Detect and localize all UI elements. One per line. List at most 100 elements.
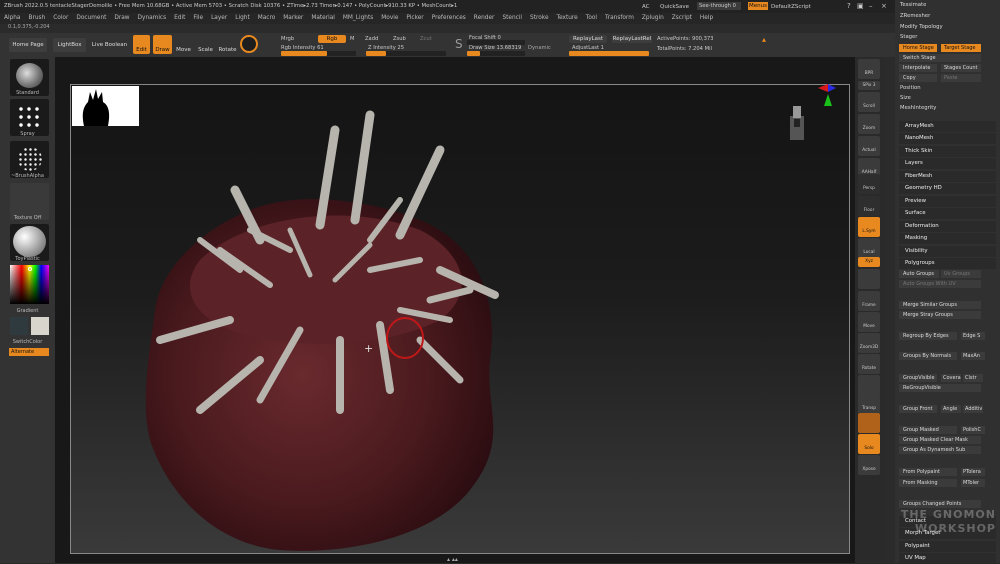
live-boolean-button[interactable]: Live Boolean <box>91 38 128 52</box>
regroup-visible-button[interactable]: ReGroupVisible <box>899 384 981 392</box>
zoom3d-button[interactable]: Zoom3D <box>858 333 880 353</box>
group-as-dynamesh-sub-button[interactable]: Group As Dynamesh Sub <box>899 446 981 454</box>
menu-zscript[interactable]: Zscript <box>672 15 692 21</box>
preview-header[interactable]: Preview <box>899 196 996 207</box>
quicksave-button[interactable]: QuickSave <box>660 4 689 10</box>
minimize-icon[interactable]: – <box>869 2 873 10</box>
merge-similar-groups-button[interactable]: Merge Similar Groups <box>899 301 981 309</box>
default-zscript-button[interactable]: DefaultZScript <box>771 4 811 10</box>
rgb-intensity-slider[interactable] <box>281 51 356 56</box>
solo-button[interactable]: Solo <box>858 434 880 454</box>
layout-icon[interactable]: ▣ <box>857 2 864 10</box>
group-masked-clear-mask-button[interactable]: Group Masked Clear Mask <box>899 436 981 444</box>
zsub-button[interactable]: Zsub <box>393 36 406 42</box>
modify-topology-item[interactable]: Modify Topology <box>900 23 1000 32</box>
menu-material[interactable]: Material <box>311 15 335 21</box>
auto-groups-button[interactable]: Auto Groups <box>899 270 939 278</box>
see-through-slider[interactable]: See-through 0 <box>697 2 741 10</box>
rotate-button[interactable]: Rotate <box>218 35 237 54</box>
xpose-button[interactable]: Xpose <box>858 455 880 475</box>
regroup-by-edges-button[interactable]: Regroup By Edges <box>899 332 957 340</box>
target-stage-button[interactable]: Target Stage <box>941 44 981 52</box>
from-polypaint-button[interactable]: From Polypaint <box>899 468 957 476</box>
edit-button[interactable]: Edit <box>133 35 150 54</box>
angle-slider[interactable]: Angle <box>941 405 961 413</box>
polygroups-header[interactable]: Polygroups <box>899 258 996 269</box>
zoom-button[interactable]: Zoom <box>858 114 880 134</box>
menu-texture[interactable]: Texture <box>557 15 578 21</box>
z-intensity-slider[interactable] <box>366 51 446 56</box>
menu-stencil[interactable]: Stencil <box>502 15 522 21</box>
size-item[interactable]: Size <box>900 94 1000 103</box>
polypaint-tolerance-slider[interactable]: PTolera <box>961 468 985 476</box>
menu-alpha[interactable]: Alpha <box>4 15 20 21</box>
rgb-button[interactable]: Rgb <box>318 35 346 43</box>
menu-edit[interactable]: Edit <box>174 15 185 21</box>
m-button[interactable]: M <box>350 36 354 42</box>
menu-marker[interactable]: Marker <box>283 15 303 21</box>
interpolate-slider[interactable]: Interpolate <box>899 64 937 72</box>
frame-button[interactable]: Frame <box>858 291 880 311</box>
arraymesh-header[interactable]: ArrayMesh <box>899 121 996 132</box>
menu-stroke[interactable]: Stroke <box>530 15 548 21</box>
material-sphere-icon[interactable] <box>240 35 258 53</box>
home-stage-button[interactable]: Home Stage <box>899 44 937 52</box>
deformation-header[interactable]: Deformation <box>899 221 996 232</box>
scroll-button[interactable]: Scroll <box>858 92 880 112</box>
replay-last-rel-button[interactable]: ReplayLastRel <box>612 35 652 43</box>
nanomesh-header[interactable]: NanoMesh <box>899 133 996 144</box>
uv-map-header[interactable]: UV Map <box>899 553 996 564</box>
menu-mm-lights[interactable]: MM_Lights <box>343 15 373 21</box>
menu-help[interactable]: Help <box>700 15 713 21</box>
collapse-arrow-icon[interactable]: ▴ <box>762 35 766 44</box>
menu-transform[interactable]: Transform <box>605 15 634 21</box>
mesh-integrity-item[interactable]: MeshIntegrity <box>900 104 1000 113</box>
alternate-button[interactable]: Alternate <box>9 348 49 356</box>
menu-light[interactable]: Light <box>235 15 249 21</box>
adjust-last-slider[interactable] <box>569 51 649 56</box>
auto-groups-uv-button[interactable]: Auto Groups With UV <box>899 280 981 288</box>
lightbox-button[interactable]: LightBox <box>53 38 86 52</box>
menu-picker[interactable]: Picker <box>406 15 423 21</box>
floor-button[interactable]: Floor <box>858 196 880 216</box>
stages-count-slider[interactable]: Stages Count <box>941 64 981 72</box>
coverage-slider[interactable]: Covera <box>941 374 961 382</box>
dynamic-button[interactable]: Dynamic <box>528 45 551 51</box>
menu-zplugin[interactable]: Zplugin <box>642 15 664 21</box>
zremesher-item[interactable]: ZRemesher <box>900 12 1000 21</box>
menu-macro[interactable]: Macro <box>258 15 276 21</box>
paste-button[interactable]: Paste <box>941 74 981 82</box>
polish-slider[interactable]: PolishC <box>961 426 985 434</box>
group-visible-button[interactable]: GroupVisible <box>899 374 937 382</box>
edge-sharpness-slider[interactable]: Edge S <box>961 332 985 340</box>
draw-size-slider[interactable] <box>467 51 525 56</box>
layers-header[interactable]: Layers <box>899 158 996 169</box>
ghost-button[interactable] <box>858 413 880 433</box>
zadd-button[interactable]: Zadd <box>365 36 378 42</box>
spix-button[interactable]: SPix 3 <box>858 81 880 90</box>
thick-skin-header[interactable]: Thick Skin <box>899 146 996 157</box>
menu-movie[interactable]: Movie <box>381 15 398 21</box>
navigation-gizmo[interactable] <box>783 98 813 146</box>
move-view-button[interactable]: Move <box>858 312 880 332</box>
zcut-button[interactable]: Zcut <box>420 36 432 42</box>
polyf-button[interactable] <box>858 375 880 395</box>
additive-toggle[interactable]: Additiv <box>963 405 983 413</box>
menu-color[interactable]: Color <box>53 15 68 21</box>
visibility-header[interactable]: Visibility <box>899 246 996 257</box>
persp-button[interactable]: Persp <box>858 174 880 194</box>
menu-brush[interactable]: Brush <box>28 15 45 21</box>
xyz-button[interactable]: Xyz <box>858 257 880 267</box>
max-angle-slider[interactable]: MaxAn <box>961 352 985 360</box>
ac-label[interactable]: AC <box>642 4 650 10</box>
cluster-slider[interactable]: Clstr <box>963 374 983 382</box>
from-masking-button[interactable]: From Masking <box>899 479 957 487</box>
groups-changed-points-button[interactable]: Groups Changed Points <box>899 500 981 508</box>
fibermesh-header[interactable]: FiberMesh <box>899 171 996 182</box>
secondary-color-swatch[interactable] <box>10 317 28 335</box>
help-icon[interactable]: ? <box>847 2 851 10</box>
copy-button[interactable]: Copy <box>899 74 937 82</box>
groups-by-normals-button[interactable]: Groups By Normals <box>899 352 957 360</box>
menus-button[interactable]: Menus <box>748 2 768 10</box>
symmetry-s-icon[interactable]: S <box>455 37 465 53</box>
